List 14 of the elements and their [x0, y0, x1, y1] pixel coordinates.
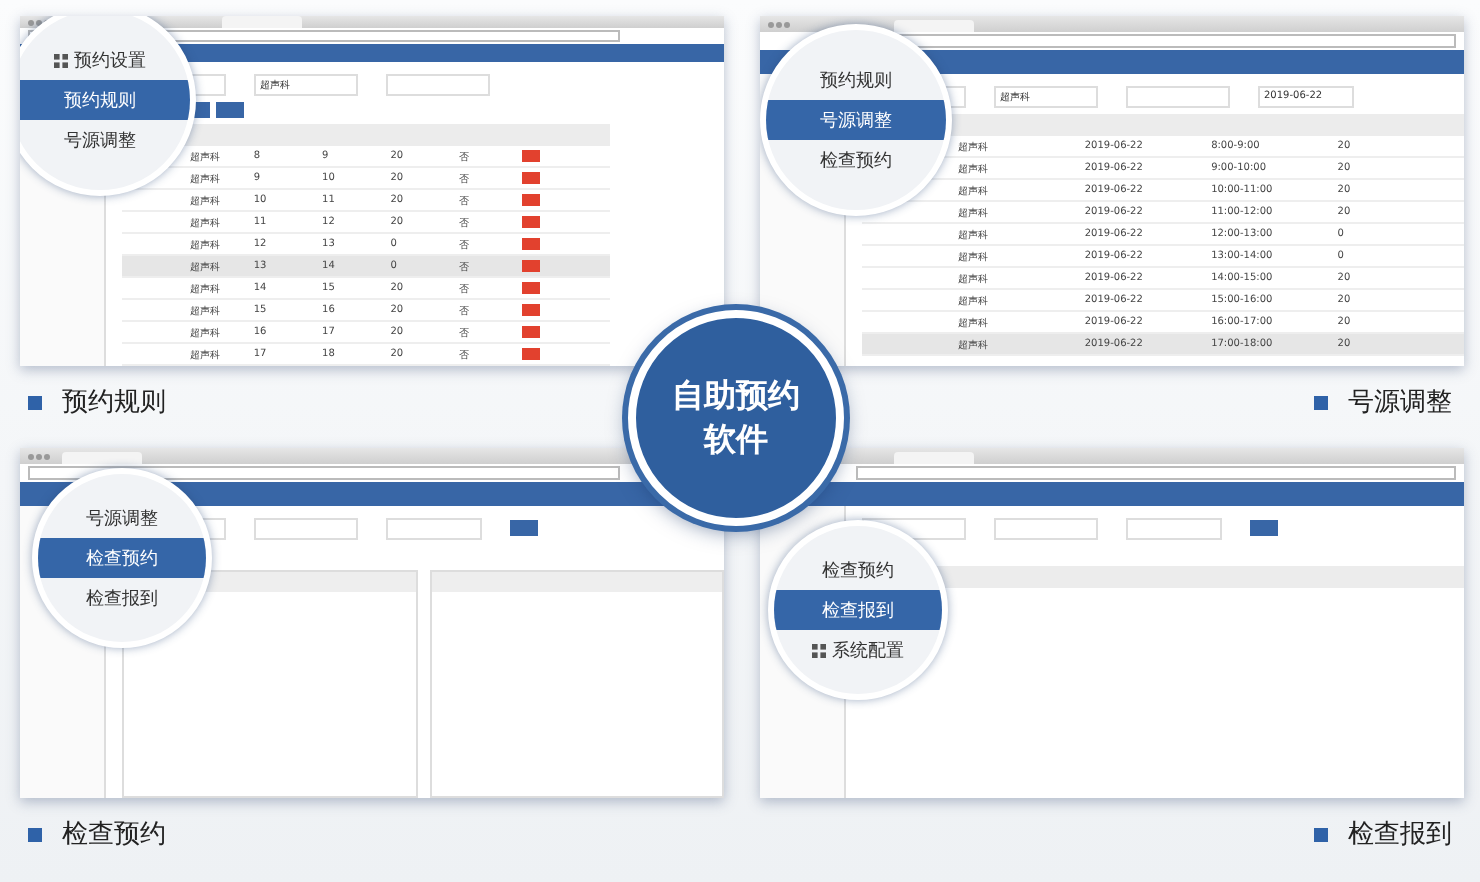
menu-item[interactable]: 号源调整	[38, 498, 206, 538]
menu-item[interactable]: 检查报到	[38, 578, 206, 618]
caption: 检查报到	[1348, 818, 1452, 852]
menu-item[interactable]: 预约规则	[20, 80, 190, 120]
caption: 检查预约	[62, 818, 166, 852]
menu-item[interactable]: 系统配置	[774, 630, 942, 670]
menu-item[interactable]: 检查预约	[774, 550, 942, 590]
menu-item[interactable]: 预约规则	[766, 60, 946, 100]
menu-item[interactable]: 检查预约	[38, 538, 206, 578]
caption: 预约规则	[62, 386, 166, 420]
menu-item[interactable]: 预约设置	[20, 40, 190, 80]
menu-item[interactable]: 号源调整	[766, 100, 946, 140]
caption: 号源调整	[1348, 386, 1452, 420]
menu-item[interactable]: 检查报到	[774, 590, 942, 630]
